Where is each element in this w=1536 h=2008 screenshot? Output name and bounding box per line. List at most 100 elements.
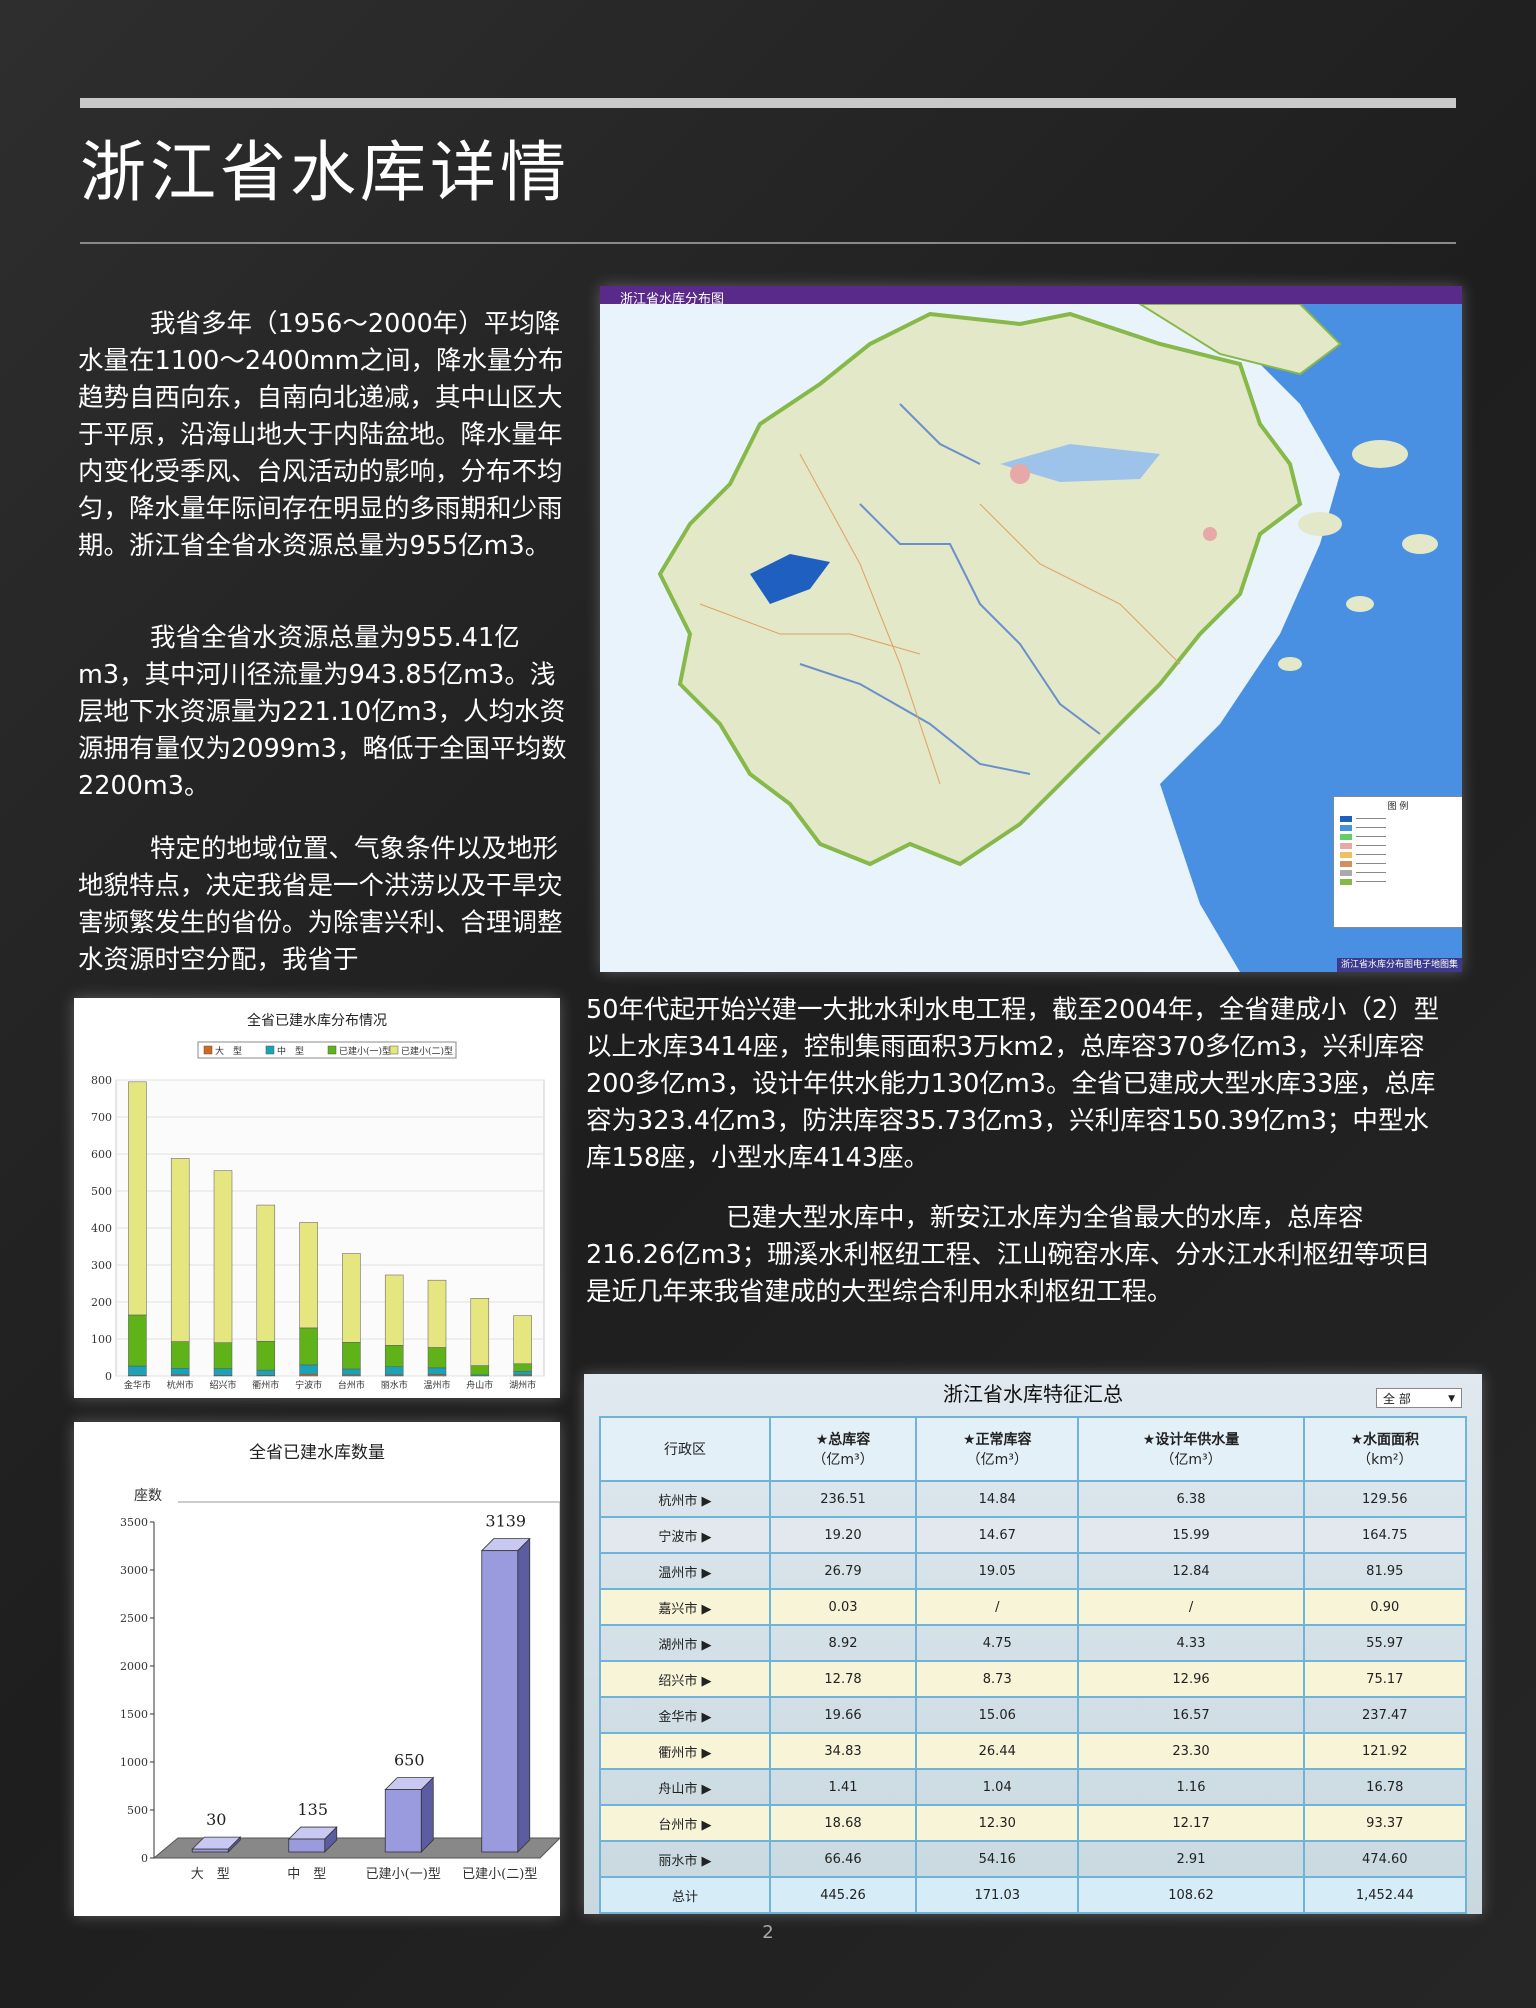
- paragraph-large-reservoirs-text: 已建大型水库中，新安江水库为全省最大的水库，总库容216.26亿m3；珊溪水利枢…: [586, 1203, 1431, 1307]
- y-tick-label: 300: [91, 1259, 112, 1272]
- bar-segment: [427, 1279, 447, 1348]
- table-cell: 0.90: [1302, 1588, 1468, 1626]
- count-chart: 全省已建水库数量 座数 0 500 1000 1500 2000 2500 3000 3500 3…: [74, 1422, 560, 1916]
- reservoir-table-panel: 浙江省水库特征汇总 全 部 ▼ 行政区 ★总库容 （亿m³） ★正常库容 （亿m³） …: [584, 1374, 1482, 1914]
- table-row[interactable]: 金华市 ▶ 19.66 15.06 16.57 237.47: [599, 1696, 1468, 1734]
- paragraph-construction: 50年代起开始兴建一大批水利水电工程，截至2004年，全省建成小（2）型以上水库…: [586, 995, 1440, 1173]
- table-cell: 12.84: [1077, 1552, 1305, 1590]
- bar-segment: [470, 1365, 490, 1376]
- map-legend-row: [1334, 850, 1462, 859]
- bar-segment: [213, 1368, 233, 1376]
- table-row[interactable]: 杭州市 ▶ 236.51 14.84 6.38 129.56: [599, 1480, 1468, 1518]
- header-total-capacity: ★总库容 （亿m³）: [768, 1416, 918, 1482]
- x-tick-label: 杭州市: [167, 1379, 194, 1391]
- map-legend-row: [1334, 868, 1462, 877]
- table-cell: 75.17: [1302, 1660, 1468, 1698]
- paragraph-water-resources: 我省全省水资源总量为955.41亿m3，其中河川径流量为943.85亿m3。浅层…: [78, 620, 576, 805]
- bar-segment: [299, 1327, 318, 1366]
- map-legend-title: 图 例: [1387, 802, 1409, 812]
- bar-segment: [342, 1253, 361, 1343]
- bar-segment: [128, 1365, 147, 1376]
- row-city-link[interactable]: 温州市 ▶: [599, 1552, 771, 1590]
- table-row[interactable]: 嘉兴市 ▶ 0.03//0.90: [599, 1588, 1468, 1626]
- table-cell: 15.99: [1077, 1516, 1305, 1554]
- legend-swatch: [389, 1045, 399, 1055]
- table-cell: 474.60: [1302, 1840, 1468, 1878]
- header-water-area: ★水面面积 （km²）: [1302, 1416, 1468, 1482]
- table-cell: 14.67: [915, 1516, 1080, 1554]
- bar-segment: [256, 1340, 276, 1371]
- header-water-area-label: ★水面面积: [1350, 1432, 1420, 1448]
- paragraph-large-reservoirs: 已建大型水库中，新安江水库为全省最大的水库，总库容216.26亿m3；珊溪水利枢…: [586, 1200, 1448, 1311]
- row-city-link[interactable]: 台州市 ▶: [599, 1804, 771, 1842]
- legend-label: 已建小(一)型: [339, 1045, 391, 1057]
- row-city-link[interactable]: 衢州市 ▶: [599, 1732, 771, 1770]
- region-filter-dropdown[interactable]: 全 部 ▼: [1376, 1388, 1462, 1408]
- header-water-supply-unit: （亿m³）: [1160, 1452, 1222, 1468]
- distribution-chart-svg: 大 型 中 型 已建小(一)型 已建小(二)型 0 100 200 300 400 500 600 7…: [91, 1041, 545, 1391]
- table-cell: 1.04: [915, 1768, 1080, 1806]
- legend-label: 已建小(二)型: [401, 1045, 453, 1057]
- bar-segment: [170, 1158, 190, 1342]
- row-city-link[interactable]: 舟山市 ▶: [599, 1768, 771, 1806]
- y-tick-label: 600: [91, 1148, 112, 1161]
- table-cell: 8.73: [915, 1660, 1080, 1698]
- paragraph-disasters-text: 特定的地域位置、气象条件以及地形地貌特点，决定我省是一个洪涝以及干旱灾害频繁发生…: [78, 834, 563, 975]
- row-city-link[interactable]: 丽水市 ▶: [599, 1840, 771, 1878]
- table-cell: 16.57: [1077, 1696, 1305, 1734]
- row-city-link[interactable]: 金华市 ▶: [599, 1696, 771, 1734]
- table-row[interactable]: 绍兴市 ▶ 12.78 8.73 12.96 75.17: [599, 1660, 1468, 1698]
- row-city-link[interactable]: 绍兴市 ▶: [599, 1660, 771, 1698]
- row-city-link[interactable]: 宁波市 ▶: [599, 1516, 771, 1554]
- y-tick-label: 100: [91, 1333, 112, 1346]
- table-cell: 23.30: [1077, 1732, 1305, 1770]
- y-tick-label: 200: [91, 1296, 112, 1309]
- y-tick-label: 400: [91, 1222, 112, 1235]
- y-tick-label: 2000: [120, 1660, 148, 1673]
- header-water-area-unit: （km²）: [1357, 1452, 1413, 1468]
- y-tick-label: 3500: [120, 1516, 148, 1529]
- table-row[interactable]: 衢州市 ▶ 34.83 26.44 23.30 121.92: [599, 1732, 1468, 1770]
- y-tick-label: 800: [91, 1074, 112, 1087]
- bar: [288, 1838, 326, 1853]
- paragraph-precipitation-text: 我省多年（1956～2000年）平均降水量在1100～2400mm之间，降水量分…: [78, 309, 564, 561]
- bar-segment: [384, 1366, 404, 1376]
- table-row[interactable]: 舟山市 ▶ 1.41 1.04 1.16 16.78: [599, 1768, 1468, 1806]
- table-cell: 129.56: [1302, 1480, 1468, 1518]
- x-tick-label: 绍兴市: [209, 1379, 236, 1391]
- y-axis-label: 座数: [134, 1488, 162, 1504]
- bar-value-label: 3139: [485, 1512, 526, 1531]
- map-legend: 图 例: [1333, 796, 1462, 928]
- y-tick-label: 500: [91, 1185, 112, 1198]
- table-cell: 12.30: [915, 1804, 1080, 1842]
- bar-side: [420, 1776, 434, 1853]
- row-city-link[interactable]: 嘉兴市 ▶: [599, 1588, 771, 1626]
- table-row[interactable]: 丽水市 ▶ 66.46 54.16 2.91 474.60: [599, 1840, 1468, 1878]
- legend-swatch: [203, 1045, 213, 1055]
- header-normal-capacity: ★正常库容 （亿m³）: [915, 1416, 1080, 1482]
- count-chart-svg: 座数 0 500 1000 1500 2000 2500 3000 3500 30 大 型 135 中 …: [120, 1488, 560, 1882]
- table-cell: 12.17: [1077, 1804, 1305, 1842]
- map-legend-row: [1334, 832, 1462, 841]
- table-cell: 54.16: [915, 1840, 1080, 1878]
- table-cell: /: [915, 1588, 1080, 1626]
- bar-segment: [128, 1081, 147, 1316]
- row-city-link[interactable]: 湖州市 ▶: [599, 1624, 771, 1662]
- x-tick-label: 金华市: [124, 1379, 151, 1391]
- bar-value-label: 135: [297, 1800, 328, 1819]
- table-row[interactable]: 湖州市 ▶ 8.92 4.75 4.33 55.97: [599, 1624, 1468, 1662]
- table-cell: 8.92: [768, 1624, 918, 1662]
- bar-segment: [213, 1342, 233, 1369]
- table-row[interactable]: 宁波市 ▶ 19.20 14.67 15.99 164.75: [599, 1516, 1468, 1554]
- bar-segment: [299, 1373, 318, 1377]
- table-cell: 12.78: [768, 1660, 918, 1698]
- bar-segment: [170, 1341, 190, 1369]
- table-row[interactable]: 台州市 ▶ 18.68 12.30 12.17 93.37: [599, 1804, 1468, 1842]
- page-title: 浙江省水库详情: [80, 134, 570, 211]
- table-title: 浙江省水库特征汇总: [943, 1382, 1123, 1406]
- table-total-row: 总计 445.26 171.03 108.62 1,452.44: [599, 1876, 1468, 1914]
- bar-value-label: 30: [206, 1810, 226, 1829]
- map-legend-row: [1334, 877, 1462, 886]
- table-row[interactable]: 温州市 ▶ 26.79 19.05 12.84 81.95: [599, 1552, 1468, 1590]
- row-city-link[interactable]: 杭州市 ▶: [599, 1480, 771, 1518]
